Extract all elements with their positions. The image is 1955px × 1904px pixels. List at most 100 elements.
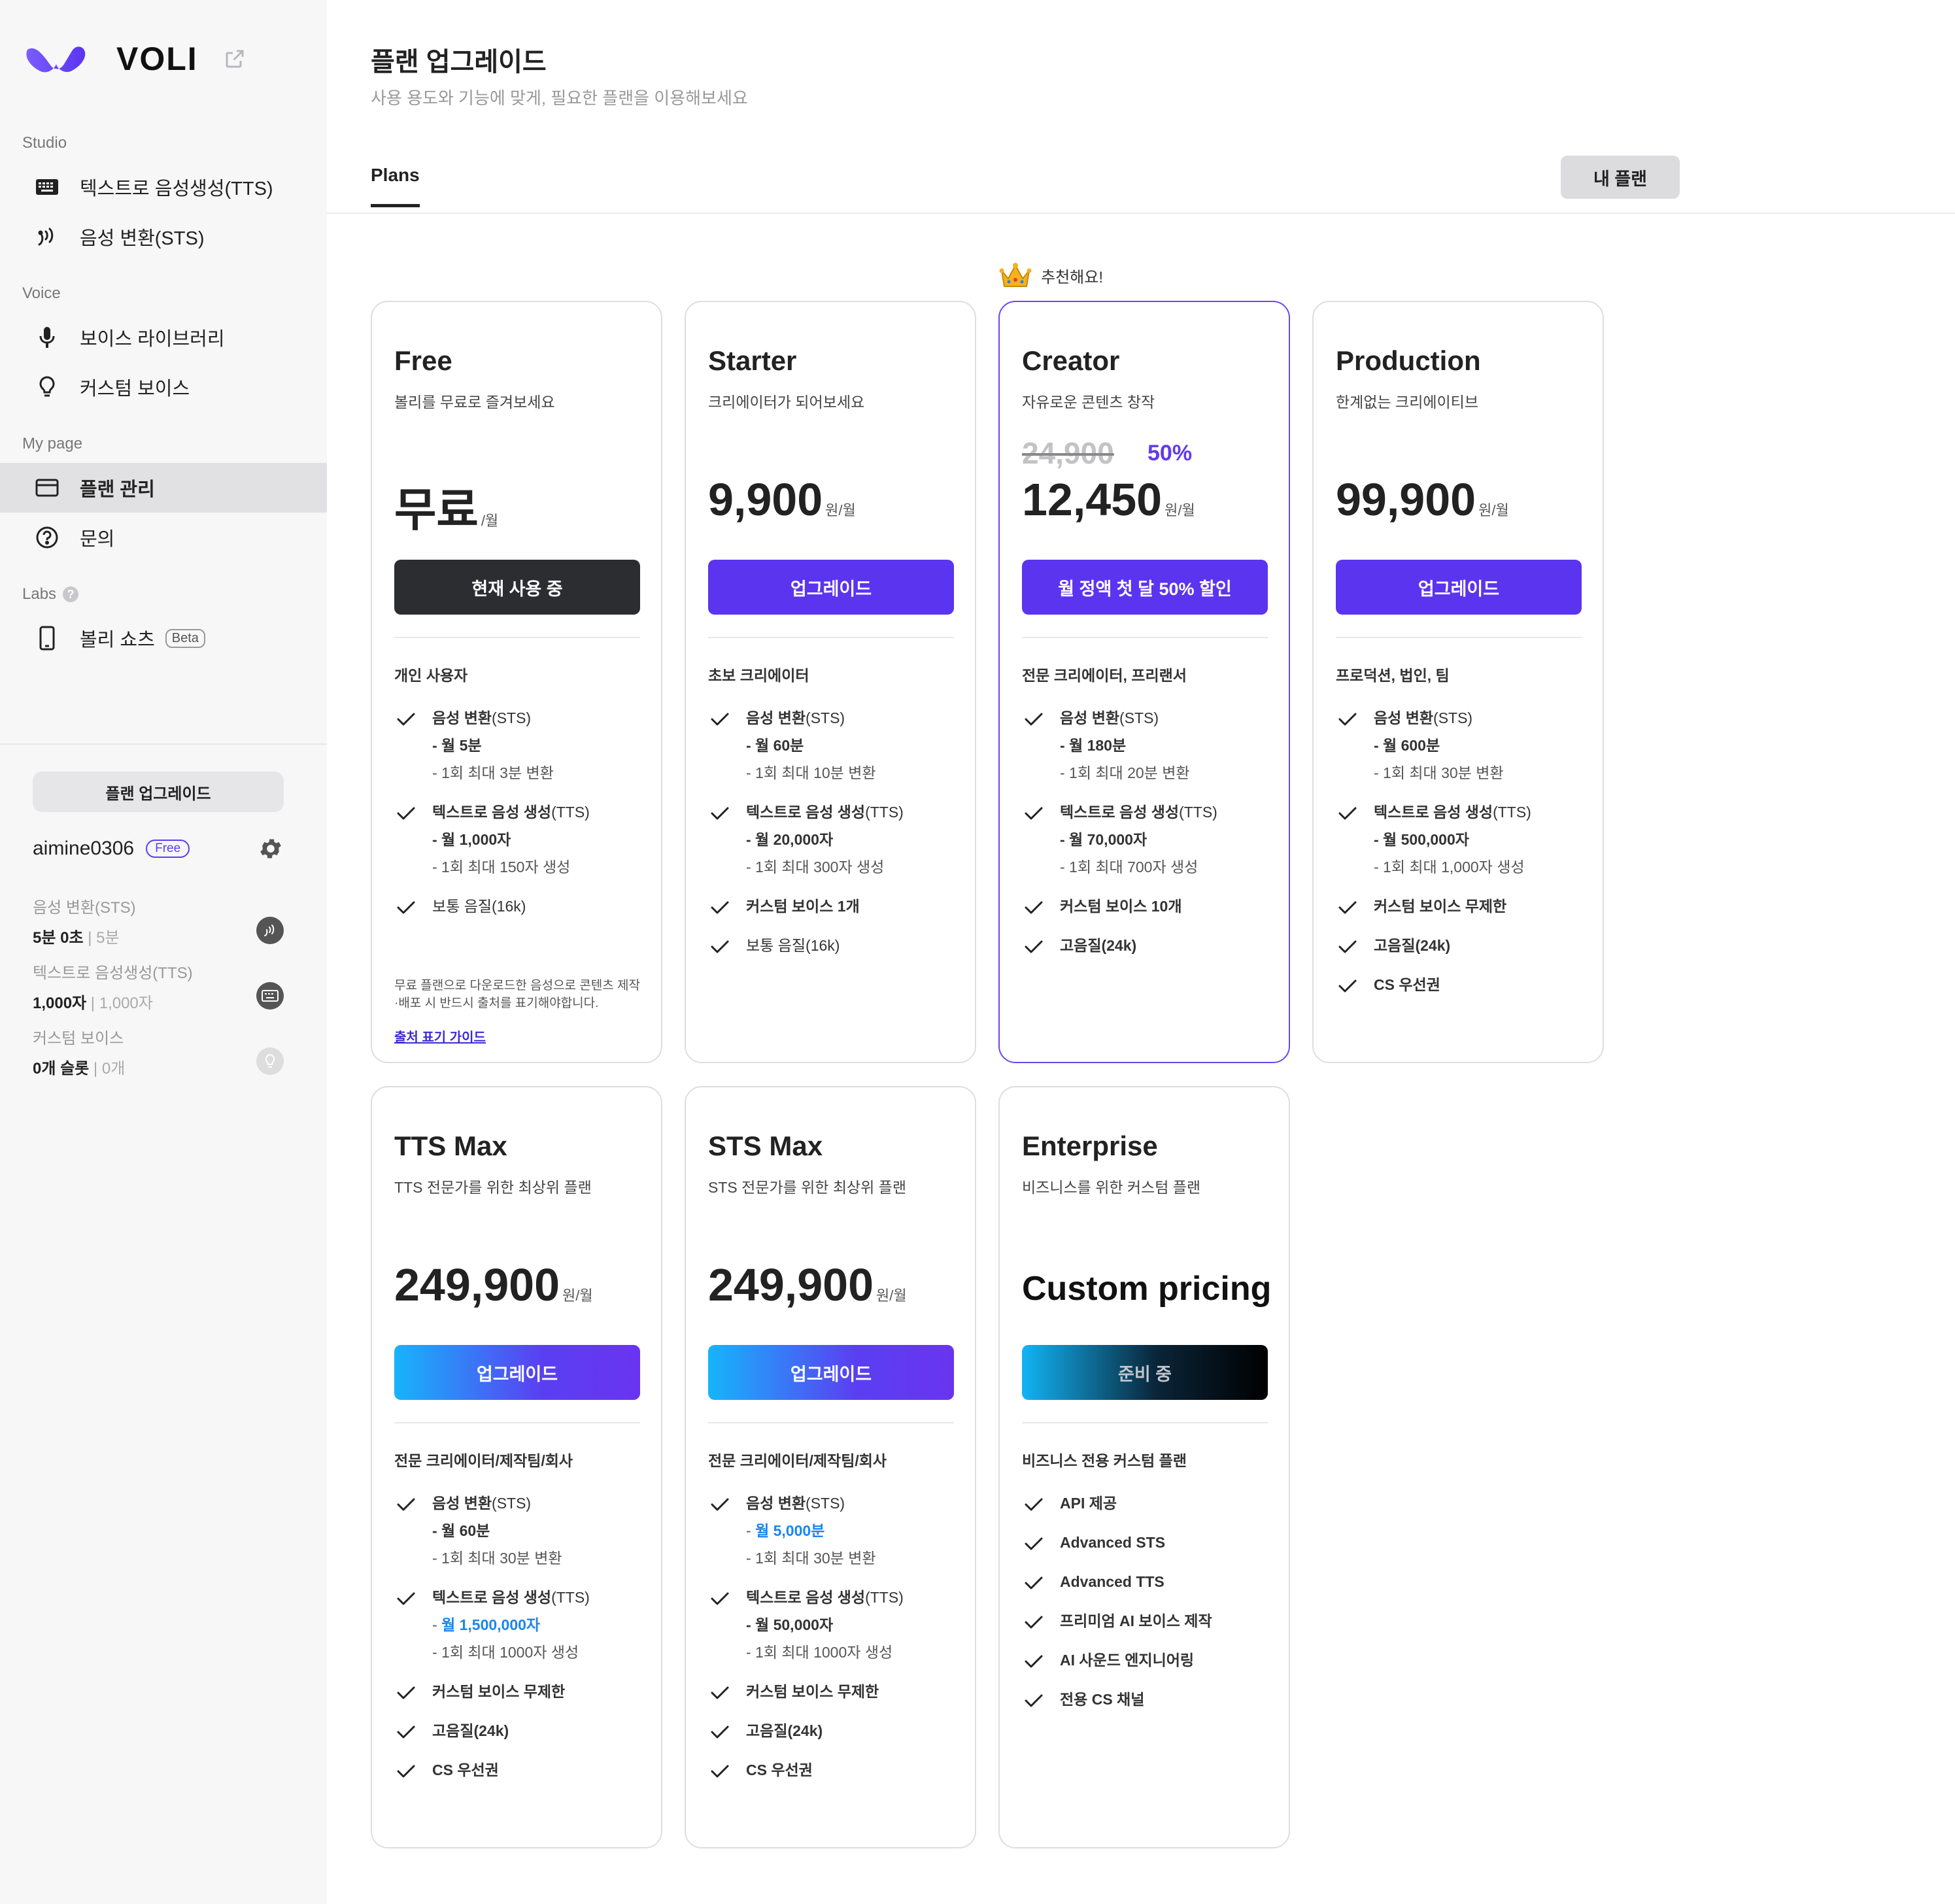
check-icon — [1338, 901, 1357, 914]
tab-plans[interactable]: Plans — [371, 165, 420, 207]
feature-main: 전용 CS 채널 — [1060, 1691, 1145, 1708]
sidebar-item-custom-voice[interactable]: 커스텀 보이스 — [0, 362, 327, 412]
usage-value: 0개 슬롯 — [33, 1060, 90, 1078]
feature-main: 텍스트로 음성 생성 — [432, 1589, 552, 1606]
beta-badge: Beta — [165, 628, 205, 648]
feature-detail: - 1회 최대 3분 변환 — [432, 764, 554, 781]
feature-main: CS 우선권 — [1374, 976, 1440, 993]
feature-main: 음성 변환 — [1374, 709, 1434, 726]
check-icon — [1338, 713, 1357, 726]
feature-item: 텍스트로 음성 생성(TTS) - 월 20,000자 - 1회 최대 300자 생… — [708, 802, 963, 877]
usage-value: 1,000자 — [33, 994, 87, 1012]
feature-item: 커스텀 보이스 무제한 — [708, 1681, 963, 1702]
sidebar-item-voli-shorts[interactable]: 볼리 쇼츠 Beta — [0, 613, 327, 663]
sidebar-item-voice-library[interactable]: 보이스 라이브러리 — [0, 313, 327, 362]
check-icon — [711, 940, 729, 953]
recommend-text: 추천해요! — [1041, 268, 1103, 286]
plan-card-free: Free 볼리를 무료로 즐겨보세요 무료/월 현재 사용 중 개인 사용자 음성 변환(… — [371, 301, 662, 1063]
plan-action-button[interactable]: 업그레이드 — [394, 1345, 640, 1400]
plan-action-button[interactable]: 준비 중 — [1022, 1345, 1268, 1400]
feature-text: 텍스트로 음성 생성(TTS) — [746, 802, 963, 823]
sidebar-item-inquiry[interactable]: 문의 — [0, 513, 327, 562]
sidebar-item-plan-management[interactable]: 플랜 관리 — [0, 463, 327, 513]
external-link-icon[interactable] — [223, 47, 246, 71]
feature-item: 음성 변환(STS) - 월 5,000분 - 1회 최대 30분 변환 — [708, 1493, 963, 1569]
feature-main: 커스텀 보이스 1개 — [746, 898, 860, 915]
feature-text: CS 우선권 — [746, 1760, 963, 1780]
sidebar-upgrade-button[interactable]: 플랜 업그레이드 — [33, 772, 284, 812]
feature-item: 음성 변환(STS) - 월 600분 - 1회 최대 30분 변환 — [1336, 707, 1591, 783]
feature-main: 커스텀 보이스 무제한 — [432, 1683, 566, 1700]
plan-description: 자유로운 콘텐츠 창작 — [1022, 394, 1155, 411]
feature-text: API 제공 — [1060, 1493, 1277, 1514]
detail-prefix: - — [746, 1522, 756, 1539]
plan-description: TTS 전문가를 위한 최상위 플랜 — [394, 1179, 592, 1196]
feature-text: 커스텀 보이스 10개 — [1060, 896, 1277, 917]
price-unit: 원/월 — [562, 1287, 593, 1304]
feature-detail: - 월 600분 — [1374, 737, 1440, 754]
feature-text: 커스텀 보이스 무제한 — [1374, 896, 1591, 917]
check-icon — [397, 807, 415, 820]
plan-action-button[interactable]: 업그레이드 — [708, 560, 954, 615]
check-icon — [397, 713, 415, 726]
plan-target: 전문 크리에이터, 프리랜서 — [1022, 667, 1187, 684]
sidebar-item-sts[interactable]: 음성 변환(STS) — [0, 212, 327, 262]
feature-detail: - 1회 최대 1,000자 생성 — [1374, 858, 1525, 876]
feature-text: CS 우선권 — [1374, 974, 1591, 995]
feature-detail: - 월 5,000분 — [746, 1520, 963, 1541]
feature-suffix: (STS) — [1119, 709, 1159, 726]
plan-action-button[interactable]: 현재 사용 중 — [394, 560, 640, 615]
notice-link[interactable]: 출처 표기 가이드 — [394, 1027, 486, 1046]
gear-icon[interactable] — [258, 836, 284, 862]
feature-list: API 제공 Advanced STS Advanced TTS 프리미엄 AI 보이… — [1022, 1493, 1277, 1728]
recommend-label: 추천해요! — [999, 262, 1103, 289]
feature-item: 고음질(24k) — [1022, 935, 1277, 956]
page-title: 플랜 업그레이드 — [371, 48, 547, 76]
my-plan-button[interactable]: 내 플랜 — [1561, 156, 1680, 199]
feature-text: 텍스트로 음성 생성(TTS) — [1374, 802, 1591, 823]
usage-value: 5분 0초 — [33, 929, 84, 947]
plan-description: 크리에이터가 되어보세요 — [708, 394, 865, 411]
check-icon — [711, 1686, 729, 1699]
feature-item: AI 사운드 엔지니어링 — [1022, 1650, 1277, 1671]
check-icon — [1025, 940, 1043, 953]
crown-icon — [999, 263, 1032, 287]
feature-suffix: (TTS) — [865, 1589, 904, 1606]
plan-price: 9,900 원/월 — [708, 473, 856, 526]
feature-item: 커스텀 보이스 무제한 — [1336, 896, 1591, 917]
card-divider — [708, 637, 954, 638]
keyboard-icon — [34, 174, 60, 200]
question-icon[interactable]: ? — [63, 586, 79, 602]
card-divider — [1022, 1422, 1268, 1423]
feature-item: 프리미엄 AI 보이스 제작 — [1022, 1610, 1277, 1631]
feature-item: Advanced TTS — [1022, 1571, 1277, 1592]
plan-name: Starter — [708, 345, 797, 376]
brand[interactable]: VOLI — [24, 41, 246, 77]
check-icon — [711, 1765, 729, 1778]
plan-name: STS Max — [708, 1130, 823, 1161]
check-icon — [711, 901, 729, 914]
plan-target: 전문 크리에이터/제작팀/회사 — [708, 1452, 887, 1469]
feature-text: 커스텀 보이스 1개 — [746, 896, 963, 917]
plan-action-button[interactable]: 월 정액 첫 달 50% 할인 — [1022, 560, 1268, 615]
feature-main: 텍스트로 음성 생성 — [746, 804, 866, 821]
check-icon — [397, 1498, 415, 1511]
usage-max: 5분 — [96, 929, 120, 947]
feature-item: 음성 변환(STS) - 월 60분 - 1회 최대 10분 변환 — [708, 707, 963, 783]
sidebar-item-tts[interactable]: 텍스트로 음성생성(TTS) — [0, 162, 327, 212]
plan-action-button[interactable]: 업그레이드 — [708, 1345, 954, 1400]
check-icon — [397, 1726, 415, 1739]
feature-text: 텍스트로 음성 생성(TTS) — [432, 802, 649, 823]
plan-price: 12,450 원/월 — [1022, 473, 1195, 526]
feature-item: 텍스트로 음성 생성(TTS) - 월 70,000자 - 1회 최대 700자 생… — [1022, 802, 1277, 877]
plan-action-button[interactable]: 업그레이드 — [1336, 560, 1582, 615]
price-unit: 원/월 — [1164, 502, 1195, 518]
feature-suffix: (STS) — [492, 1495, 532, 1512]
plan-target: 비즈니스 전용 커스텀 플랜 — [1022, 1452, 1187, 1469]
feature-main: 음성 변환 — [432, 1495, 492, 1512]
plan-description: STS 전문가를 위한 최상위 플랜 — [708, 1179, 907, 1196]
price-unit: 원/월 — [825, 502, 856, 518]
price-amount: 9,900 — [708, 474, 823, 525]
check-icon — [711, 713, 729, 726]
feature-text: 커스텀 보이스 무제한 — [432, 1681, 649, 1702]
